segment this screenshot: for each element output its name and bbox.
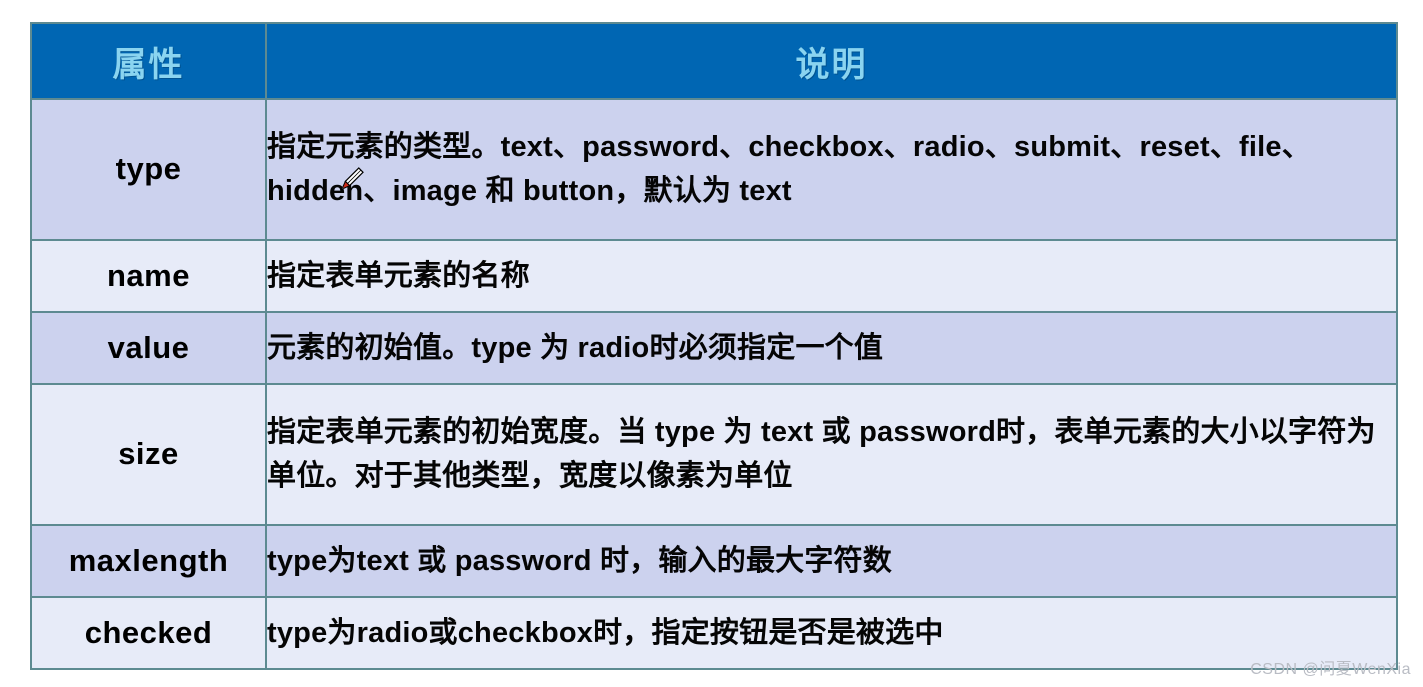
table-row: type 指定元素的类型。text、password、checkbox、radi… [30, 98, 1398, 241]
table-body: type 指定元素的类型。text、password、checkbox、radi… [30, 98, 1398, 671]
attribute-name-cell: name [30, 238, 267, 313]
table-row: maxlength type为text 或 password 时，输入的最大字符… [30, 523, 1398, 598]
attribute-name-cell: value [30, 310, 267, 385]
table-row: size 指定表单元素的初始宽度。当 type 为 text 或 passwor… [30, 382, 1398, 526]
attribute-description-cell: 元素的初始值。type 为 radio时必须指定一个值 [265, 310, 1398, 385]
attribute-name-cell: maxlength [30, 523, 267, 598]
table-row: value 元素的初始值。type 为 radio时必须指定一个值 [30, 310, 1398, 385]
attribute-description-cell: 指定表单元素的名称 [265, 238, 1398, 313]
table-header: 属性 说明 [30, 22, 1398, 100]
input-attributes-table: 属性 说明 type 指定元素的类型。text、password、checkbo… [30, 22, 1398, 671]
attribute-name-cell: type [30, 98, 267, 241]
attribute-description-cell: 指定表单元素的初始宽度。当 type 为 text 或 password时，表单… [265, 382, 1398, 526]
attribute-table-container: 属性 说明 type 指定元素的类型。text、password、checkbo… [30, 22, 1398, 671]
attribute-name-cell: size [30, 382, 267, 526]
attribute-description-cell: type为radio或checkbox时，指定按钮是否是被选中 [265, 595, 1398, 671]
table-header-row: 属性 说明 [30, 22, 1398, 100]
attribute-description-cell: 指定元素的类型。text、password、checkbox、radio、sub… [265, 98, 1398, 241]
csdn-watermark: CSDN @问夏WenXia [1250, 661, 1411, 678]
table-row: checked type为radio或checkbox时，指定按钮是否是被选中 [30, 595, 1398, 671]
attribute-description-cell: type为text 或 password 时，输入的最大字符数 [265, 523, 1398, 598]
column-header-description: 说明 [265, 22, 1398, 100]
column-header-attribute: 属性 [30, 22, 267, 100]
table-row: name 指定表单元素的名称 [30, 238, 1398, 313]
attribute-name-cell: checked [30, 595, 267, 671]
